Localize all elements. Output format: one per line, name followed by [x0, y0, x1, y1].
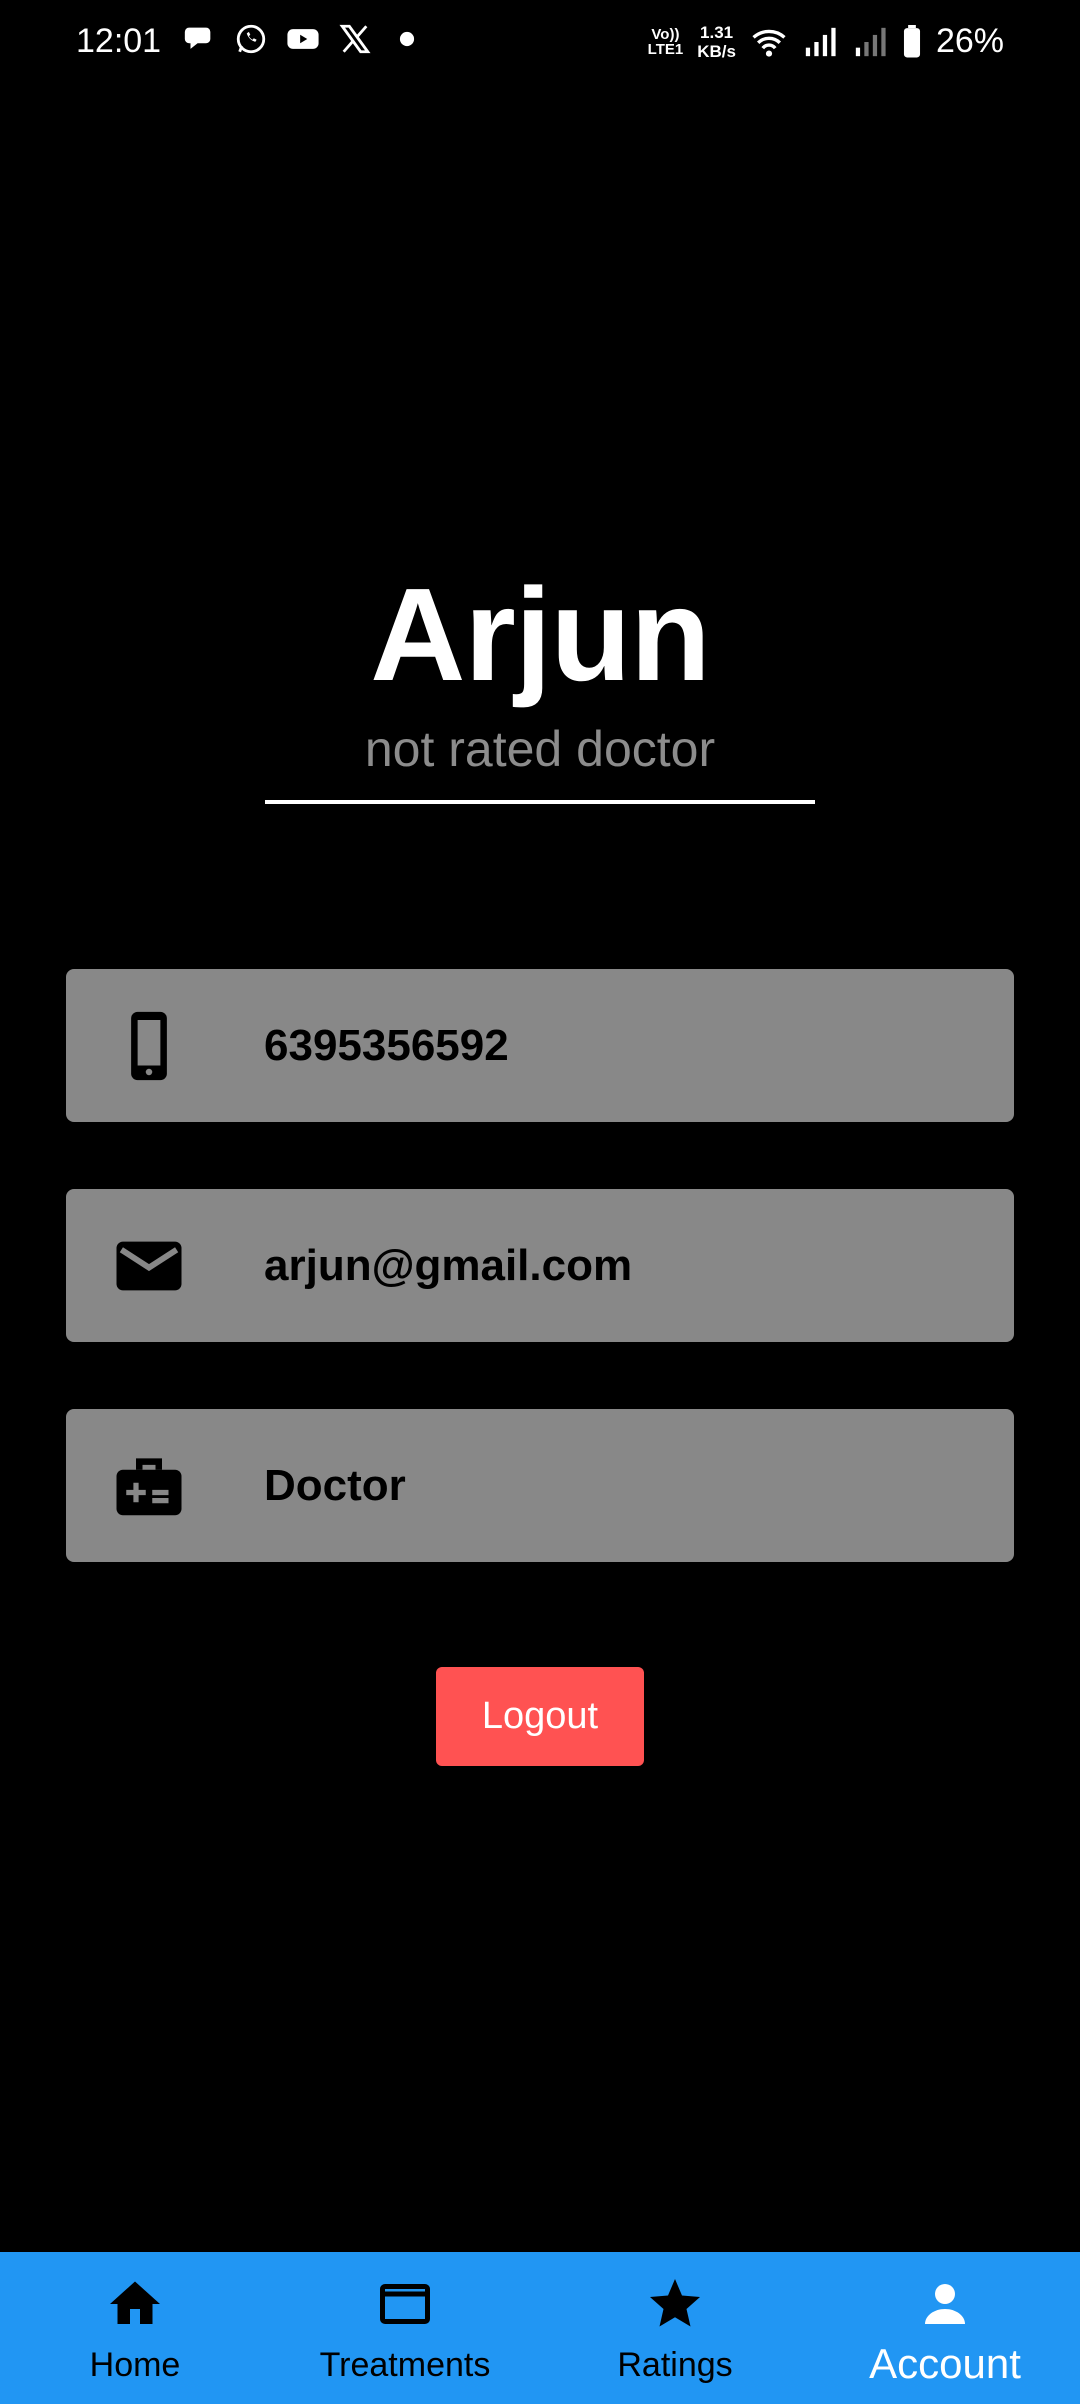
notification-icons — [182, 22, 424, 56]
nav-treatments-label: Treatments — [319, 2346, 491, 2384]
x-icon — [339, 24, 371, 54]
nav-home[interactable]: Home — [0, 2252, 270, 2404]
credit-card-icon — [380, 2284, 430, 2324]
signal-weak-icon — [855, 27, 886, 56]
nav-home-label: Home — [89, 2346, 181, 2384]
chat-bubble-icon — [184, 27, 211, 49]
network-speed: 1.31 KB/s — [697, 23, 736, 61]
phone-icon — [131, 1011, 167, 1081]
profile-name: Arjun — [370, 561, 711, 708]
header-divider — [265, 800, 815, 804]
dot-icon — [399, 31, 415, 47]
home-icon — [110, 2281, 160, 2324]
status-bar: 12:01 Vo)) LTE1 1.31 KB/s 26% — [0, 0, 1080, 90]
medical-bag-icon — [116, 1458, 182, 1516]
volte-indicator: Vo)) LTE1 — [648, 27, 684, 57]
whatsapp-icon — [236, 24, 266, 54]
network-speed-unit: KB/s — [697, 41, 736, 61]
battery-percent: 26% — [935, 22, 1004, 60]
star-icon — [650, 2279, 700, 2327]
volte-line-2: LTE1 — [647, 40, 684, 58]
nav-account[interactable]: Account — [810, 2252, 1080, 2404]
phone-number: 6395356592 — [264, 1021, 509, 1070]
network-speed-value: 1.31 — [700, 22, 734, 42]
signal-icon — [805, 27, 836, 56]
youtube-icon — [287, 29, 319, 49]
nav-treatments[interactable]: Treatments — [270, 2252, 540, 2404]
role-card: Doctor — [66, 1409, 1014, 1562]
battery-icon — [903, 24, 920, 57]
email-card: arjun@gmail.com — [66, 1189, 1014, 1342]
system-status: Vo)) LTE1 1.31 KB/s 26% — [648, 22, 1004, 61]
nav-ratings-label: Ratings — [617, 2346, 733, 2384]
person-icon — [925, 2284, 965, 2324]
bottom-navigation: Home Treatments Ratings Account — [0, 2252, 1080, 2404]
logout-button[interactable]: Logout — [436, 1667, 644, 1766]
nav-ratings[interactable]: Ratings — [540, 2252, 810, 2404]
user-role: Doctor — [264, 1461, 406, 1510]
status-time: 12:01 — [76, 22, 162, 60]
profile-rating-status: not rated doctor — [364, 721, 716, 777]
phone-card: 6395356592 — [66, 969, 1014, 1122]
volte-line-1: Vo)) — [651, 25, 680, 43]
mail-icon — [116, 1241, 182, 1291]
wifi-icon — [752, 29, 786, 57]
nav-account-label: Account — [869, 2340, 1021, 2387]
email-address: arjun@gmail.com — [264, 1241, 633, 1290]
